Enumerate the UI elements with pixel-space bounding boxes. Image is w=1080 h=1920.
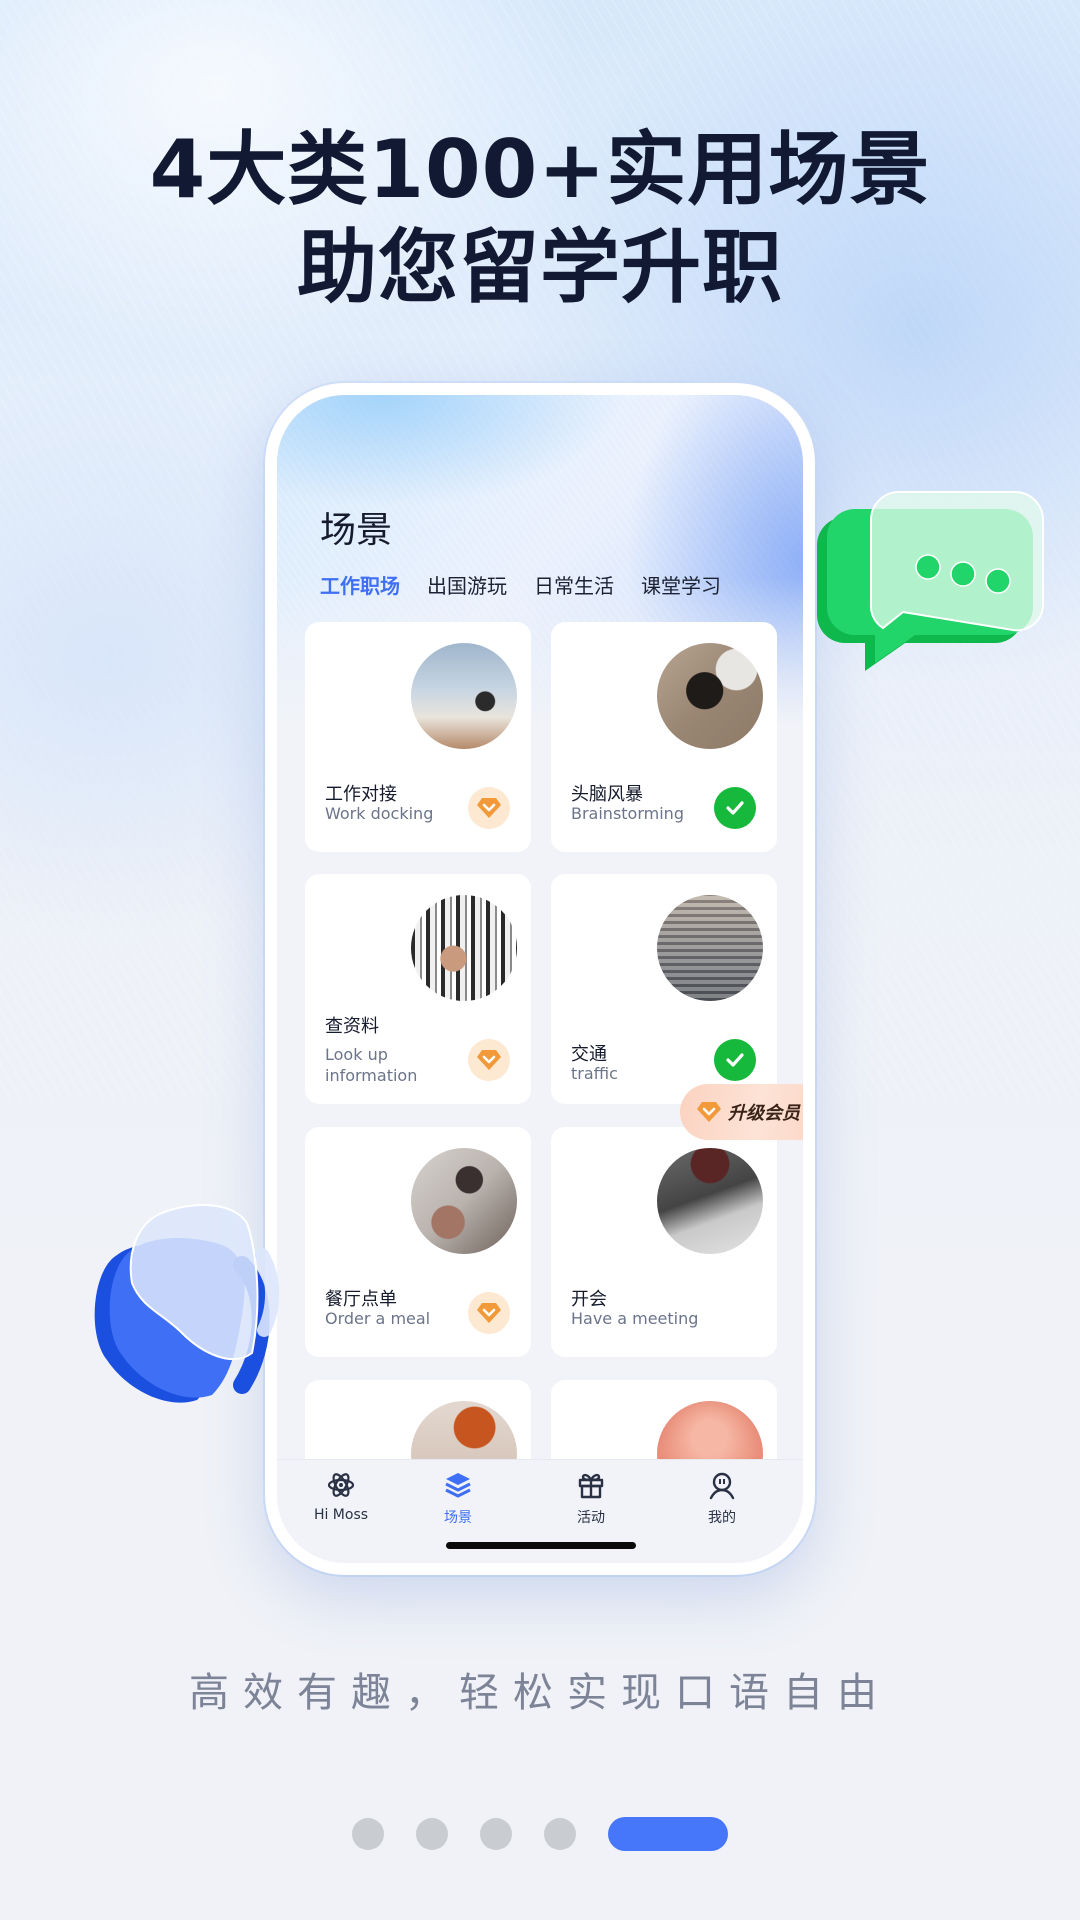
tab-travel[interactable]: 出国游玩	[427, 570, 507, 599]
upgrade-label: 升级会员	[728, 1103, 800, 1124]
category-tabs: 工作职场 出国游玩 日常生活 课堂学习	[320, 570, 748, 599]
scene-title-cn: 查资料	[325, 1016, 379, 1037]
diamond-icon	[477, 1050, 501, 1070]
diamond-icon	[697, 1102, 721, 1122]
check-icon	[726, 801, 744, 815]
scene-title-en: traffic	[571, 1064, 618, 1083]
phone-screen: 场景 工作职场 出国游玩 日常生活 课堂学习 工作对接 Work docking…	[277, 395, 803, 1563]
tab-activities[interactable]: 活动	[546, 1470, 636, 1527]
diamond-icon	[477, 1303, 501, 1323]
laptop-coffee-photo	[411, 643, 517, 749]
headline-line-2: 助您留学升职	[297, 221, 783, 314]
page-dot-3[interactable]	[480, 1818, 512, 1850]
bookshelf-hand-photo	[411, 895, 517, 1001]
scene-title-en: Order a meal	[325, 1309, 431, 1328]
completed-badge	[714, 787, 756, 829]
subtitle: 高效有趣，轻松实现口语自由	[189, 1670, 891, 1716]
tab-label: Hi Moss	[313, 1507, 369, 1523]
diamond-icon	[477, 798, 501, 818]
tab-daily-life[interactable]: 日常生活	[534, 570, 614, 599]
page-dot-4[interactable]	[544, 1818, 576, 1850]
gift-icon	[578, 1473, 604, 1499]
profile-icon	[709, 1472, 735, 1500]
scene-card-work-docking[interactable]: 工作对接 Work docking	[305, 622, 531, 852]
vip-badge	[468, 1292, 510, 1334]
phone-mockup: 场景 工作职场 出国游玩 日常生活 课堂学习 工作对接 Work docking…	[265, 383, 815, 1575]
page-dot-1[interactable]	[352, 1818, 384, 1850]
home-indicator	[446, 1542, 636, 1549]
scene-card-traffic[interactable]: 交通 traffic	[551, 874, 777, 1104]
page-dot-5-active[interactable]	[608, 1817, 728, 1851]
scene-card-brainstorming[interactable]: 头脑风暴 Brainstorming	[551, 622, 777, 852]
headline-line-1: 4大类100+实用场景	[149, 123, 931, 216]
tab-profile[interactable]: 我的	[677, 1470, 767, 1527]
scene-title-en: Have a meeting	[571, 1309, 699, 1328]
scene-card-order-a-meal[interactable]: 餐厅点单 Order a meal	[305, 1127, 531, 1357]
completed-badge	[714, 1039, 756, 1081]
bottom-tab-bar: Hi Moss 场景 活动 我的	[277, 1459, 803, 1563]
scene-title-en: Brainstorming	[571, 804, 684, 823]
tab-classroom[interactable]: 课堂学习	[641, 570, 721, 599]
vip-badge	[468, 787, 510, 829]
page-title: 场景	[320, 510, 393, 551]
check-icon	[726, 1053, 744, 1067]
tab-label: 我的	[708, 1510, 736, 1526]
atom-icon	[327, 1473, 355, 1497]
meeting-laptops-photo	[657, 1148, 763, 1254]
vip-badge	[468, 1039, 510, 1081]
tab-scenes[interactable]: 场景	[413, 1470, 503, 1527]
city-traffic-photo	[657, 895, 763, 1001]
scene-card-have-a-meeting[interactable]: 开会 Have a meeting	[551, 1127, 777, 1357]
tab-hi-moss[interactable]: Hi Moss	[296, 1470, 386, 1523]
upgrade-membership-button[interactable]: 升级会员	[680, 1084, 803, 1140]
page-indicator	[352, 1817, 728, 1851]
tab-work[interactable]: 工作职场	[320, 570, 400, 599]
scene-title-en: Work docking	[325, 804, 434, 823]
scene-card-look-up-information[interactable]: 查资料 Look up information	[305, 874, 531, 1104]
layers-icon	[445, 1473, 471, 1498]
tab-label: 场景	[444, 1510, 472, 1526]
page-dot-2[interactable]	[416, 1818, 448, 1850]
speaker-icon	[94, 1204, 279, 1403]
tab-label: 活动	[577, 1510, 605, 1526]
chat-bubble-icon	[817, 490, 1044, 671]
scene-title-en: Look up information	[325, 1045, 418, 1085]
menu-hands-photo	[411, 1148, 517, 1254]
woman-at-desk-photo	[657, 643, 763, 749]
